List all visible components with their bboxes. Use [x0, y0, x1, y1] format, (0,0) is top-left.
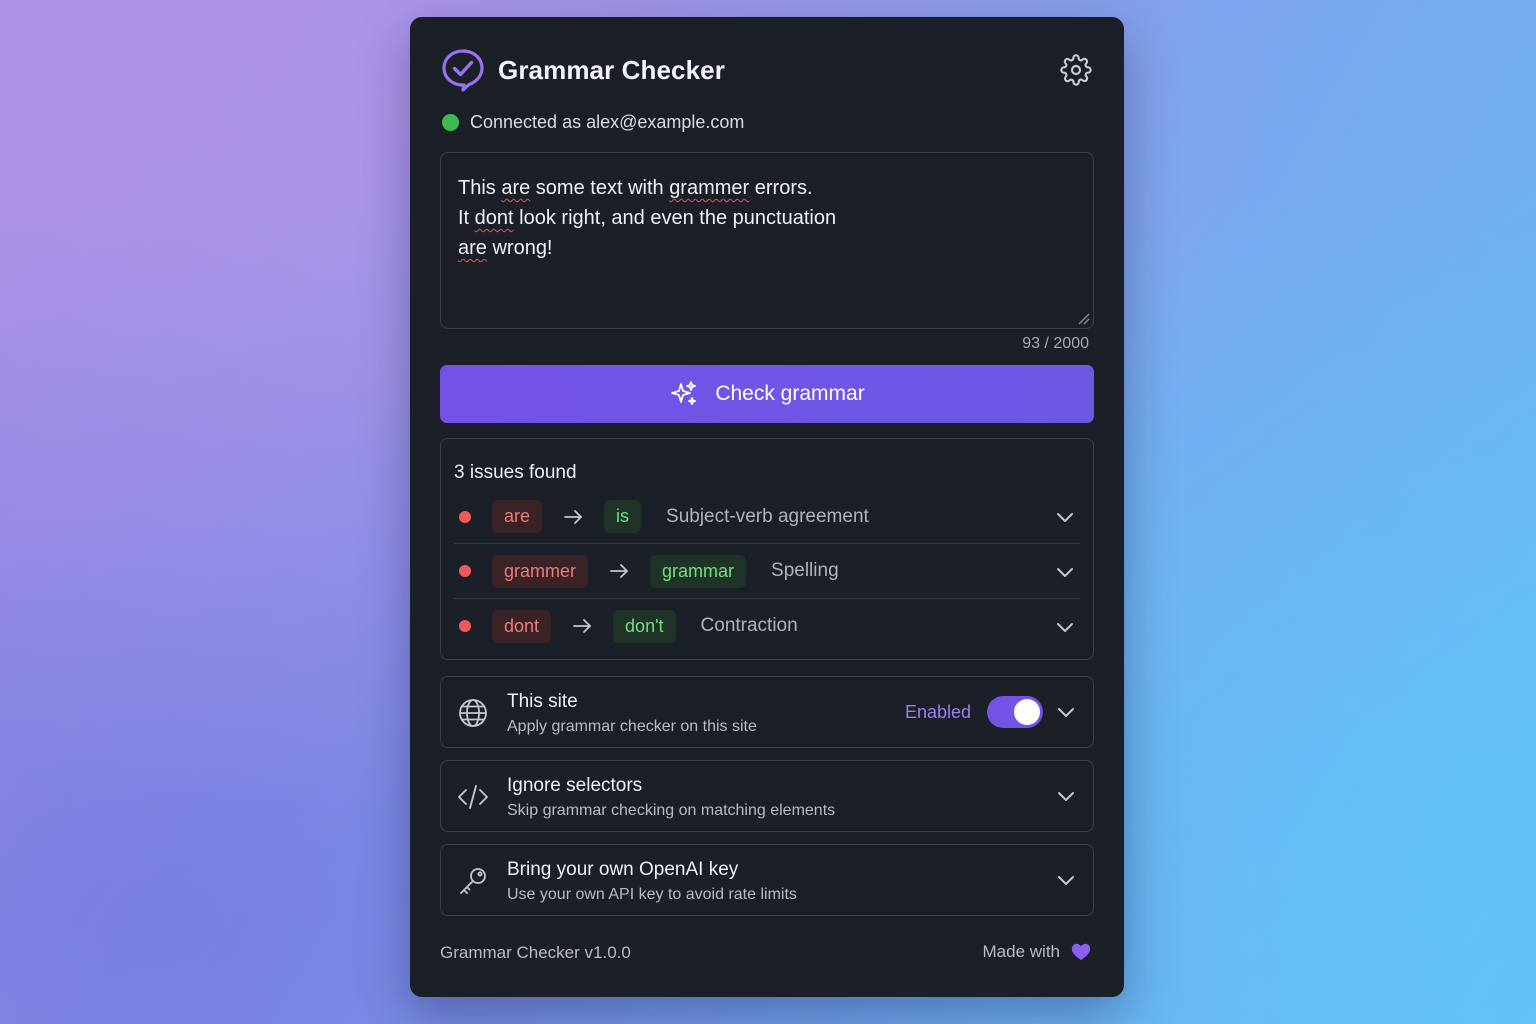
enabled-label: Enabled	[904, 702, 971, 722]
chevron-down-icon[interactable]	[1054, 616, 1076, 638]
error-dot	[459, 620, 471, 632]
resize-handle-icon[interactable]	[1076, 311, 1090, 325]
issue-type: Subject-verb agreement	[666, 505, 869, 527]
card-subtitle: Use your own API key to avoid rate limit…	[507, 886, 797, 903]
error-dot	[459, 510, 471, 523]
text-input-area[interactable]: This are some text with grammer errors. …	[440, 152, 1094, 329]
suggested-word: grammar	[650, 554, 747, 588]
error-word: grammer	[669, 177, 750, 199]
issues-panel: 3 issues found are is Subject-verb agree…	[440, 438, 1094, 660]
character-counter: 93 / 2000	[1022, 335, 1089, 352]
issue-row[interactable]: dont don't Contraction	[454, 598, 1080, 653]
issue-row[interactable]: are is Subject-verb agreement	[454, 489, 1080, 544]
made-with-label: Made with	[983, 941, 1092, 963]
editor-line: This are some text with grammer errors.	[458, 177, 813, 199]
chevron-down-icon[interactable]	[1055, 701, 1077, 723]
chevron-down-icon[interactable]	[1055, 869, 1077, 891]
globe-icon	[459, 699, 487, 727]
gear-icon[interactable]	[1060, 54, 1092, 86]
grammar-checker-popup: Grammar Checker Connected as alex@exampl…	[410, 17, 1124, 997]
editor-line: are wrong!	[458, 237, 553, 259]
chevron-down-icon[interactable]	[1054, 506, 1076, 528]
this-site-setting[interactable]: This site Apply grammar checker on this …	[440, 676, 1094, 748]
toggle-knob	[1014, 699, 1040, 725]
chevron-down-icon[interactable]	[1055, 785, 1077, 807]
code-icon	[458, 785, 488, 809]
card-subtitle: Skip grammar checking on matching elemen…	[507, 802, 836, 819]
card-title: Ignore selectors	[507, 775, 643, 796]
issue-row[interactable]: grammer grammar Spelling	[454, 543, 1080, 598]
card-subtitle: Apply grammar checker on this site	[507, 718, 757, 735]
check-grammar-button[interactable]: Check grammar	[440, 365, 1094, 423]
site-enabled-toggle[interactable]	[987, 696, 1043, 728]
heart-icon	[1071, 943, 1091, 961]
sparkles-icon	[671, 381, 697, 405]
error-word: dont	[474, 207, 514, 229]
header: Grammar Checker	[440, 47, 1094, 93]
arrow-right-icon	[610, 564, 628, 578]
key-icon	[460, 868, 486, 894]
error-dot	[459, 565, 471, 577]
made-with-text: Made with	[982, 942, 1060, 961]
original-word: grammer	[492, 554, 589, 588]
app-title: Grammar Checker	[498, 54, 725, 85]
arrow-right-icon	[564, 509, 582, 524]
status-text: Connected as alex@example.com	[470, 112, 745, 132]
ignore-selectors-setting[interactable]: Ignore selectors Skip grammar checking o…	[440, 760, 1094, 832]
original-word: dont	[492, 609, 552, 643]
version-label: Grammar Checker v1.0.0	[440, 943, 631, 962]
error-word: are	[458, 237, 487, 259]
connection-status: Connected as alex@example.com	[442, 112, 744, 133]
suggested-word: don't	[613, 609, 676, 643]
status-dot	[442, 114, 459, 131]
error-word: are	[501, 177, 531, 199]
original-word: are	[492, 500, 543, 533]
app-logo-icon	[442, 49, 484, 92]
chevron-down-icon[interactable]	[1054, 561, 1076, 583]
issues-count: 3 issues found	[454, 462, 577, 483]
issue-type: Contraction	[700, 615, 798, 636]
card-title: This site	[507, 691, 578, 712]
card-title: Bring your own OpenAI key	[507, 859, 739, 880]
suggested-word: is	[604, 500, 642, 533]
openai-key-setting[interactable]: Bring your own OpenAI key Use your own A…	[440, 844, 1094, 916]
check-grammar-label: Check grammar	[715, 382, 865, 405]
issue-type: Spelling	[771, 560, 839, 581]
editor-line: It dont look right, and even the punctua…	[458, 207, 837, 229]
arrow-right-icon	[573, 619, 591, 633]
